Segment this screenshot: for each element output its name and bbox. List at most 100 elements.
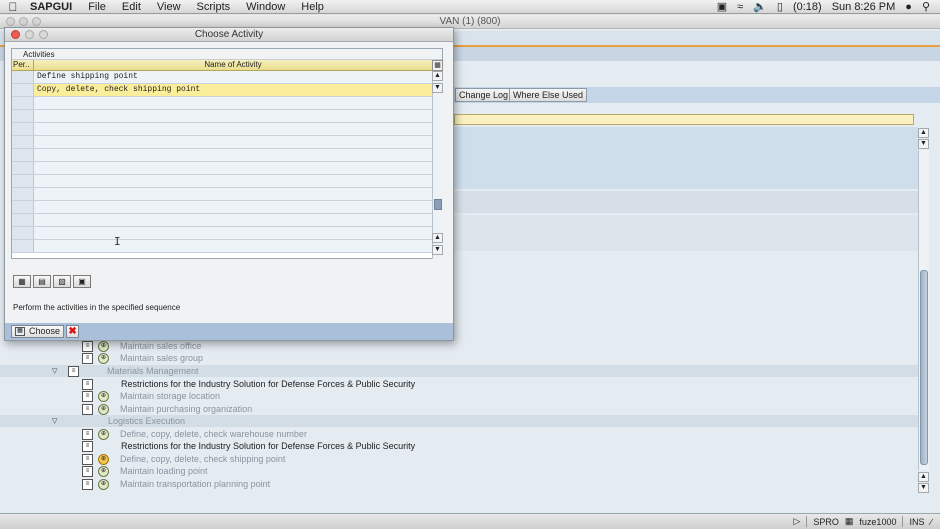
user-icon[interactable]: ●: [905, 1, 912, 13]
table-settings-icon[interactable]: ▦: [432, 60, 443, 71]
row-selector[interactable]: [12, 240, 34, 252]
collapse-triangle-icon[interactable]: ▽: [52, 417, 57, 425]
documentation-icon[interactable]: ≡: [82, 428, 93, 440]
tree-scrollbar[interactable]: [918, 150, 929, 470]
row-selector[interactable]: [12, 214, 34, 226]
select-block-icon[interactable]: ▧: [53, 275, 71, 288]
activity-name[interactable]: Copy, delete, check shipping point: [34, 84, 432, 96]
tree-label[interactable]: Maintain loading point: [120, 466, 208, 476]
row-selector[interactable]: [12, 84, 34, 96]
tree-label[interactable]: Maintain purchasing organization: [120, 404, 252, 414]
execute-clock-icon[interactable]: ⊕: [98, 478, 109, 490]
tree-row[interactable]: ≡ ⊕ Maintain storage location: [0, 390, 918, 402]
row-selector[interactable]: [12, 162, 34, 174]
wifi-icon[interactable]: ≈: [737, 1, 743, 13]
table-row[interactable]: [12, 188, 432, 201]
execute-clock-icon[interactable]: ⊕: [98, 465, 109, 477]
row-selector[interactable]: [12, 71, 34, 83]
tree-row[interactable]: ≡ ⊕ Define, copy, delete, check warehous…: [0, 428, 918, 440]
execute-clock-icon[interactable]: ⊕: [98, 352, 109, 364]
execute-clock-icon[interactable]: ⊕: [98, 390, 109, 402]
cancel-button[interactable]: ✖: [66, 325, 80, 338]
table-row[interactable]: [12, 162, 432, 175]
tree-label[interactable]: Maintain storage location: [120, 391, 220, 401]
scroll-up-icon[interactable]: ▲: [432, 233, 443, 243]
table-row[interactable]: [12, 214, 432, 227]
table-row[interactable]: [12, 110, 432, 123]
documentation-icon[interactable]: ≡: [82, 440, 93, 452]
documentation-icon[interactable]: ≡: [82, 403, 93, 415]
row-selector[interactable]: [12, 123, 34, 135]
table-row[interactable]: Define shipping point: [12, 71, 432, 84]
table-row[interactable]: Copy, delete, check shipping point: [12, 84, 432, 97]
documentation-icon[interactable]: ≡: [68, 365, 79, 377]
tree-label[interactable]: Logistics Execution: [108, 416, 185, 426]
tree-label[interactable]: Restrictions for the Industry Solution f…: [121, 379, 415, 389]
tree-row[interactable]: ≡ ⊕ Maintain transportation planning poi…: [0, 478, 918, 490]
choose-button[interactable]: ▦ Choose: [11, 325, 65, 338]
row-selector[interactable]: [12, 227, 34, 239]
documentation-icon[interactable]: ≡: [82, 352, 93, 364]
table-row[interactable]: [12, 136, 432, 149]
tree-label[interactable]: Define, copy, delete, check warehouse nu…: [120, 429, 307, 439]
minimize-icon[interactable]: [25, 30, 34, 39]
scroll-down-icon[interactable]: ▼: [432, 83, 443, 93]
scroll-up-icon[interactable]: ▲: [918, 128, 929, 138]
execute-clock-icon[interactable]: ⊕: [98, 453, 109, 465]
scroll-down-icon[interactable]: ▼: [432, 245, 443, 255]
zoom-icon[interactable]: [39, 30, 48, 39]
scroll-up-icon[interactable]: ▲: [918, 472, 929, 482]
collapse-triangle-icon[interactable]: ▽: [52, 367, 57, 375]
table-row[interactable]: [12, 175, 432, 188]
documentation-icon[interactable]: ≡: [82, 465, 93, 477]
row-selector[interactable]: [12, 97, 34, 109]
tree-row[interactable]: ≡ ⊕ Maintain sales office: [0, 340, 918, 352]
tree-row[interactable]: ≡ Restrictions for the Industry Solution…: [0, 440, 918, 452]
documentation-icon[interactable]: ≡: [82, 378, 93, 390]
volume-icon[interactable]: 🔈: [753, 0, 767, 13]
tree-row[interactable]: ≡ Restrictions for the Industry Solution…: [0, 378, 918, 390]
zoom-icon[interactable]: [32, 17, 41, 26]
row-selector[interactable]: [12, 201, 34, 213]
close-icon[interactable]: [6, 17, 15, 26]
table-row[interactable]: [12, 227, 432, 240]
scroll-up-icon[interactable]: ▲: [432, 71, 443, 81]
documentation-icon[interactable]: ≡: [82, 453, 93, 465]
tree-label[interactable]: Maintain sales office: [120, 341, 201, 351]
tree-label[interactable]: Maintain transportation planning point: [120, 479, 270, 489]
tree-row[interactable]: ≡ ⊕ Maintain loading point: [0, 465, 918, 477]
scrollbar-thumb[interactable]: [434, 199, 442, 210]
table-row[interactable]: [12, 149, 432, 162]
table-row[interactable]: [12, 240, 432, 253]
tree-label[interactable]: Materials Management: [107, 366, 199, 376]
tree-label[interactable]: Define, copy, delete, check shipping poi…: [120, 454, 285, 464]
execute-clock-icon[interactable]: ⊕: [98, 340, 109, 352]
scroll-down-icon[interactable]: ▼: [918, 483, 929, 493]
column-header-name[interactable]: Name of Activity: [34, 60, 432, 71]
tree-row[interactable]: ≡ ⊕ Maintain purchasing organization: [0, 403, 918, 415]
select-all-icon[interactable]: ▦: [13, 275, 31, 288]
table-row[interactable]: [12, 201, 432, 214]
tree-row[interactable]: ≡ ⊕ Maintain sales group: [0, 352, 918, 364]
close-icon[interactable]: [11, 30, 20, 39]
status-grid-icon[interactable]: ▦: [845, 516, 854, 527]
tree-label[interactable]: Maintain sales group: [120, 353, 203, 363]
activity-name[interactable]: Define shipping point: [34, 71, 432, 83]
apple-icon[interactable]: : [0, 0, 26, 14]
execute-clock-icon[interactable]: ⊕: [98, 428, 109, 440]
documentation-icon[interactable]: ≡: [82, 390, 93, 402]
menu-clock[interactable]: Sun 8:26 PM: [832, 1, 896, 13]
resize-grip-icon[interactable]: ∕: [930, 517, 932, 527]
tree-label[interactable]: Restrictions for the Industry Solution f…: [121, 441, 415, 451]
row-selector[interactable]: [12, 149, 34, 161]
documentation-icon[interactable]: ≡: [82, 478, 93, 490]
spotlight-search-icon[interactable]: ⚲: [922, 0, 930, 13]
battery-icon[interactable]: ▯: [777, 0, 783, 13]
row-selector[interactable]: [12, 188, 34, 200]
scrollbar-thumb[interactable]: [920, 270, 928, 465]
tree-row[interactable]: ▽ Logistics Execution: [0, 415, 918, 427]
app-menu[interactable]: SAPGUI: [26, 1, 80, 13]
row-selector[interactable]: [12, 110, 34, 122]
scroll-down-icon[interactable]: ▼: [918, 139, 929, 149]
menu-scripts[interactable]: Scripts: [189, 1, 239, 13]
